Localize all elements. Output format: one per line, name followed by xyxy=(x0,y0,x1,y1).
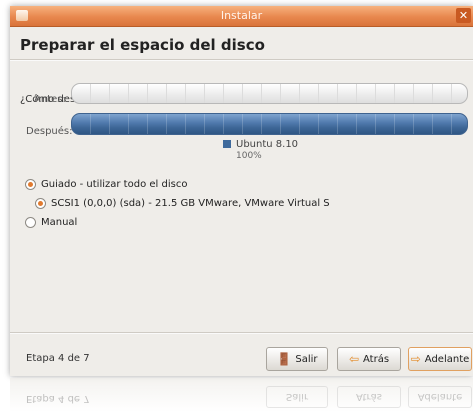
option-manual[interactable]: Manual xyxy=(25,217,77,228)
installer-window: Instalar ✕ Preparar el espacio del disco… xyxy=(10,6,473,376)
reflection-step: Etapa 4 de 7 xyxy=(26,393,90,404)
legend-swatch xyxy=(223,140,231,148)
manual-radio[interactable] xyxy=(25,217,36,228)
legend-percent: 100% xyxy=(236,151,262,161)
page-title: Preparar el espacio del disco xyxy=(20,36,265,54)
window-title: Instalar xyxy=(220,9,263,22)
option-guided-label: Guiado - utilizar todo el disco xyxy=(41,179,188,190)
legend-name: Ubuntu 8.10 xyxy=(236,139,299,150)
back-button[interactable]: ⇦ Atrás xyxy=(337,347,401,371)
reflection-back: Atrás xyxy=(337,386,401,408)
footer-divider xyxy=(10,332,473,334)
step-indicator: Etapa 4 de 7 xyxy=(26,353,90,364)
after-partition-bar xyxy=(71,113,468,135)
option-disk-label: SCSI1 (0,0,0) (sda) - 21.5 GB VMware, VM… xyxy=(51,198,330,209)
before-label: Antes: xyxy=(34,94,66,105)
back-label: Atrás xyxy=(363,353,390,365)
reflection-forward: Adelante xyxy=(408,386,472,408)
guided-radio[interactable] xyxy=(25,179,36,190)
forward-button[interactable]: ⇨ Adelante xyxy=(408,347,472,371)
close-button[interactable]: ✕ xyxy=(456,8,471,23)
arrow-left-icon: ⇦ xyxy=(348,352,359,366)
reflection-content: Etapa 4 de 7 Salir Atrás Adelante xyxy=(10,378,473,412)
before-partition-bar xyxy=(71,83,468,104)
exit-door-icon: 🚪 xyxy=(276,352,292,366)
arrow-right-icon: ⇨ xyxy=(410,352,421,366)
option-guided[interactable]: Guiado - utilizar todo el disco xyxy=(25,179,187,190)
option-disk[interactable]: SCSI1 (0,0,0) (sda) - 21.5 GB VMware, VM… xyxy=(35,198,330,209)
after-label: Después: xyxy=(26,126,73,137)
forward-label: Adelante xyxy=(424,353,470,365)
quit-button[interactable]: 🚪 Salir xyxy=(266,347,328,371)
window-reflection: Etapa 4 de 7 Salir Atrás Adelante xyxy=(10,378,473,412)
partition-legend: Ubuntu 8.10 xyxy=(223,139,298,150)
option-manual-label: Manual xyxy=(41,217,78,228)
header-divider xyxy=(10,59,473,61)
disk-radio[interactable] xyxy=(35,198,46,209)
quit-label: Salir xyxy=(295,353,318,365)
title-bar[interactable]: Instalar ✕ xyxy=(10,6,473,27)
reflection-quit: Salir xyxy=(266,386,328,408)
